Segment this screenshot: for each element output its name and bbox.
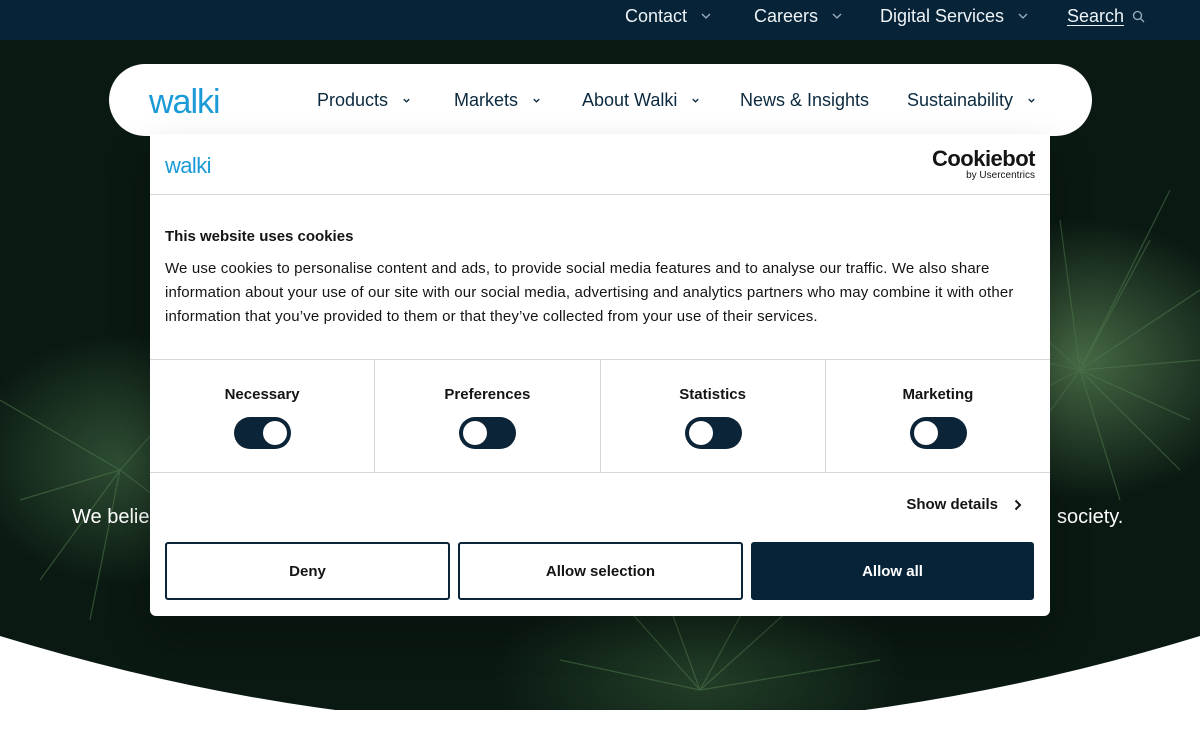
nav-about-walki[interactable]: About Walki: [582, 64, 700, 136]
cookie-consent-dialog: walki Cookiebot by Usercentrics This web…: [150, 134, 1050, 616]
allow-selection-button[interactable]: Allow selection: [458, 542, 743, 600]
chevron-down-icon: [1018, 13, 1028, 19]
search-icon: [1132, 10, 1145, 22]
nav-products-label: Products: [317, 89, 389, 110]
category-preferences: Preferences: [375, 360, 601, 472]
chevron-down-icon: [1028, 98, 1035, 103]
search-link[interactable]: Search: [1067, 0, 1145, 32]
show-details-link[interactable]: Show details: [906, 496, 1022, 513]
category-label: Marketing: [902, 386, 974, 403]
chevron-down-icon: [701, 13, 711, 19]
chevron-down-icon: [692, 98, 700, 103]
chevron-right-icon: [1014, 499, 1022, 510]
chevron-down-icon: [533, 98, 540, 103]
cookiebot-logo[interactable]: Cookiebot by Usercentrics: [931, 146, 1036, 182]
nav-sustainability-label: Sustainability: [907, 89, 1014, 110]
digital-services-menu[interactable]: Digital Services: [880, 0, 1028, 32]
cookie-dialog-title: This website uses cookies: [165, 228, 354, 245]
toggle-knob: [463, 421, 488, 445]
toggle-knob: [913, 421, 938, 445]
chevron-down-icon: [403, 98, 410, 103]
nav-news-insights-label: News & Insights: [740, 89, 870, 110]
hero-bottom-curve: [0, 636, 1200, 750]
contact-menu[interactable]: Contact: [625, 0, 711, 32]
nav-sustainability[interactable]: Sustainability: [907, 64, 1036, 136]
statistics-toggle[interactable]: [684, 417, 742, 449]
preferences-toggle[interactable]: [459, 417, 517, 449]
nav-about-walki-label: About Walki: [582, 89, 678, 110]
search-label: Search: [1067, 5, 1125, 26]
show-details-label: Show details: [906, 496, 998, 513]
walki-logo: walki: [165, 153, 212, 178]
cookiebot-brand: Cookiebot: [931, 146, 1036, 171]
cookiebot-brand-sub: by Usercentrics: [966, 170, 1035, 181]
nav-markets[interactable]: Markets: [454, 64, 541, 136]
marketing-toggle[interactable]: [909, 417, 967, 449]
category-statistics: Statistics: [601, 360, 826, 472]
nav-products[interactable]: Products: [317, 64, 411, 136]
category-label: Preferences: [444, 386, 531, 403]
digital-services-label: Digital Services: [880, 5, 1005, 26]
contact-label: Contact: [625, 5, 688, 26]
allow-all-button[interactable]: Allow all: [751, 542, 1034, 600]
chevron-down-icon: [832, 13, 842, 19]
category-label: Necessary: [224, 386, 300, 403]
deny-button[interactable]: Deny: [165, 542, 450, 600]
hero-text-right: society.: [1057, 506, 1124, 528]
nav-markets-label: Markets: [454, 89, 519, 110]
cookie-dialog-header: walki Cookiebot by Usercentrics: [150, 134, 1050, 195]
walki-logo[interactable]: walki: [149, 80, 233, 120]
toggle-knob: [688, 421, 713, 445]
careers-menu[interactable]: Careers: [754, 0, 842, 32]
cookie-dialog-body: We use cookies to personalise content an…: [165, 260, 1014, 325]
toggle-knob: [263, 421, 288, 445]
hero-text-left: We belie: [72, 506, 150, 528]
cookie-walki-logo-text: walki: [165, 153, 211, 178]
cookie-categories: Necessary Preferences Statistics Marketi…: [150, 359, 1050, 473]
walki-logo-text: walki: [149, 83, 220, 120]
necessary-toggle[interactable]: [234, 417, 292, 449]
nav-news-insights[interactable]: News & Insights: [740, 64, 869, 136]
category-label: Statistics: [679, 386, 746, 403]
category-necessary: Necessary: [150, 360, 376, 472]
careers-label: Careers: [754, 5, 819, 26]
utility-bar: Contact Careers Digital Services Search: [0, 0, 1200, 40]
category-marketing: Marketing: [826, 360, 1050, 472]
main-navigation: walki Products Markets About Walki News …: [109, 64, 1092, 136]
